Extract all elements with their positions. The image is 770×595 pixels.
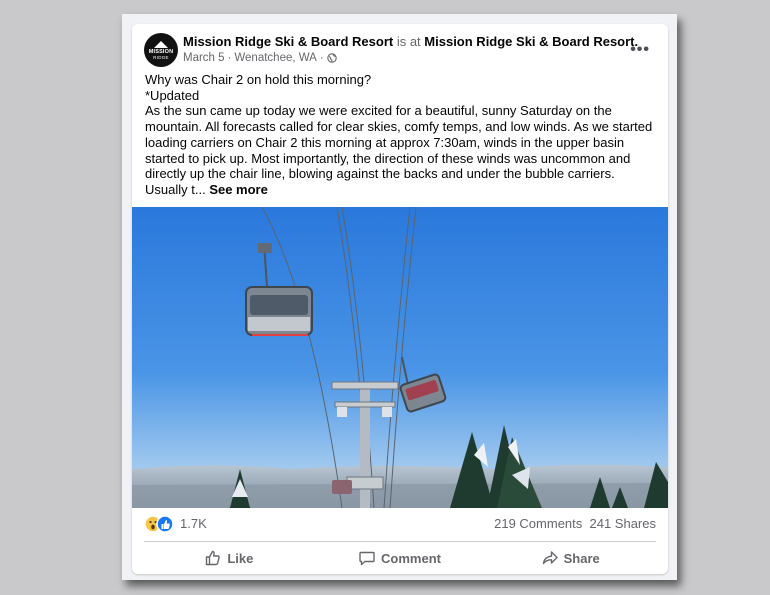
more-options-icon[interactable]: ••• — [630, 41, 650, 59]
post-text-line1: Why was Chair 2 on hold this morning? — [145, 72, 372, 87]
avatar-logo-line2: RIDGE — [153, 54, 169, 60]
comment-label: Comment — [381, 550, 441, 566]
like-label: Like — [227, 550, 254, 566]
share-label: Share — [563, 550, 600, 566]
is-at-text: is at — [396, 34, 421, 49]
post-actions-bar: Like Comment Share — [144, 545, 656, 571]
location-name-link[interactable]: Mission Ridge Ski & Board Resort — [424, 34, 634, 49]
post-header: MISSION RIDGE Mission Ridge Ski & Board … — [144, 33, 656, 67]
post-stats: 1.7K 219 Comments 241 Shares — [144, 514, 656, 534]
comment-button[interactable]: Comment — [315, 545, 486, 571]
post-date-link[interactable]: March 5 — [183, 52, 225, 64]
reaction-count[interactable]: 1.7K — [180, 516, 207, 531]
post-text-line2: *Updated — [145, 87, 200, 103]
like-icon — [156, 515, 174, 533]
post-location-link[interactable]: Wenatchee, WA — [234, 52, 316, 64]
like-button[interactable]: Like — [144, 545, 315, 571]
sky — [132, 207, 668, 508]
share-button[interactable]: Share — [485, 545, 656, 571]
reaction-icons[interactable] — [144, 515, 176, 533]
post-photo[interactable] — [132, 207, 668, 508]
thumbs-up-icon — [206, 550, 221, 566]
page-name-link[interactable]: Mission Ridge Ski & Board Resort — [183, 34, 393, 49]
mountain-logo-icon — [154, 40, 168, 48]
page-avatar[interactable]: MISSION RIDGE — [144, 33, 178, 67]
post-meta: March 5 · Wenatchee, WA · — [183, 52, 337, 64]
ski-lift-photo — [132, 207, 668, 508]
globe-icon — [326, 53, 337, 63]
see-more-link[interactable]: See more — [209, 182, 268, 197]
post-title-line: Mission Ridge Ski & Board Resort is at M… — [183, 34, 639, 49]
meta-separator: · — [227, 52, 232, 64]
post-text-body: As the sun came up today we were excited… — [145, 103, 657, 197]
actions-divider — [144, 541, 656, 542]
comment-icon — [359, 551, 375, 566]
meta-separator-2: · — [319, 52, 324, 64]
post-message: Why was Chair 2 on hold this morning? *U… — [145, 72, 657, 198]
comments-count-link[interactable]: 219 Comments — [494, 516, 582, 531]
shares-count-link[interactable]: 241 Shares — [590, 516, 657, 531]
facebook-post-card: MISSION RIDGE Mission Ridge Ski & Board … — [132, 24, 668, 574]
share-icon — [542, 551, 558, 565]
